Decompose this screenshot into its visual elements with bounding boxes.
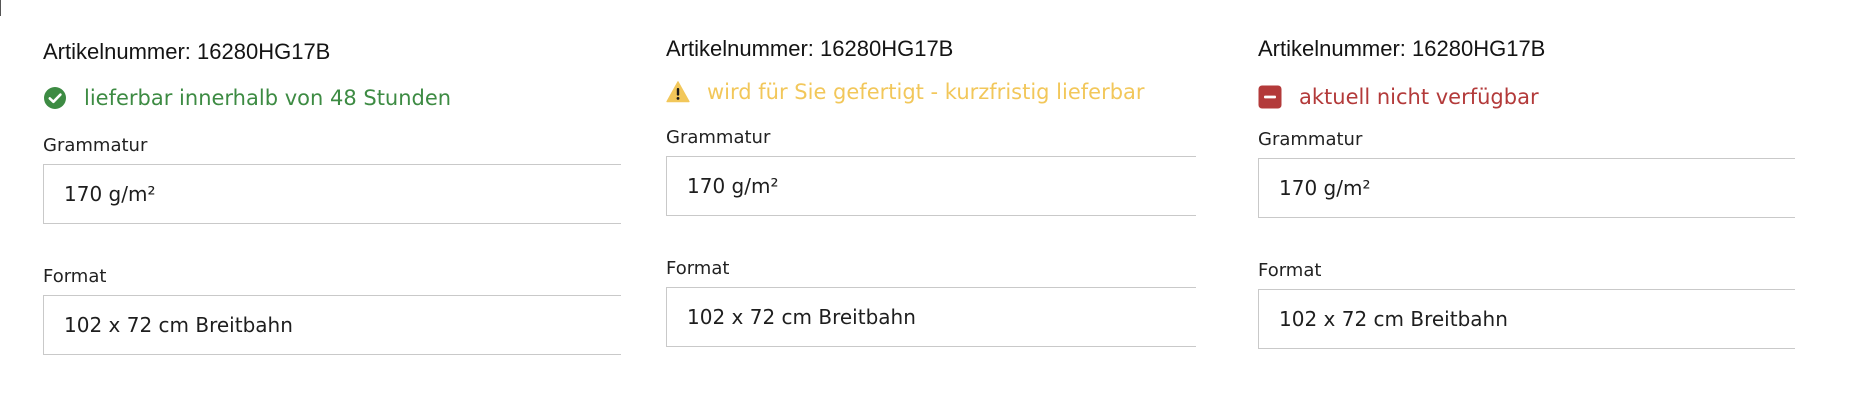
format-label: Format [1258,260,1322,281]
grammatur-select[interactable]: 170 g/m² [666,156,1196,216]
check-circle-icon [43,86,67,110]
availability-text: aktuell nicht verfügbar [1299,85,1539,109]
article-number: Artikelnummer: 16280HG17B [666,36,954,61]
cursor-mark [0,0,1,16]
grammatur-value: 170 g/m² [64,182,156,206]
product-panel-unavailable: Artikelnummer: 16280HG17B aktuell nicht … [1258,35,1795,375]
grammatur-select[interactable]: 170 g/m² [43,164,621,224]
format-value: 102 x 72 cm Breitbahn [64,313,293,337]
minus-square-icon [1258,85,1282,109]
warning-triangle-icon [666,80,690,104]
availability-text: lieferbar innerhalb von 48 Stunden [84,86,452,110]
grammatur-label: Grammatur [1258,129,1363,150]
format-select[interactable]: 102 x 72 cm Breitbahn [43,295,621,355]
grammatur-label: Grammatur [43,135,148,156]
grammatur-label: Grammatur [666,127,771,148]
format-select[interactable]: 102 x 72 cm Breitbahn [1258,289,1795,349]
availability-status: lieferbar innerhalb von 48 Stunden [43,83,621,113]
product-panel-available: Artikelnummer: 16280HG17B lieferbar inne… [43,38,621,378]
format-label: Format [666,258,730,279]
availability-status: wird für Sie gefertigt - kurzfristig lie… [666,77,1196,107]
availability-status: aktuell nicht verfügbar [1258,82,1795,112]
format-label: Format [43,266,107,287]
format-value: 102 x 72 cm Breitbahn [1279,307,1508,331]
grammatur-value: 170 g/m² [687,174,779,198]
product-panel-made-to-order: Artikelnummer: 16280HG17B wird für Sie g… [666,35,1196,375]
grammatur-select[interactable]: 170 g/m² [1258,158,1795,218]
format-select[interactable]: 102 x 72 cm Breitbahn [666,287,1196,347]
article-number: Artikelnummer: 16280HG17B [43,39,331,64]
grammatur-value: 170 g/m² [1279,176,1371,200]
article-number: Artikelnummer: 16280HG17B [1258,36,1546,61]
format-value: 102 x 72 cm Breitbahn [687,305,916,329]
availability-text: wird für Sie gefertigt - kurzfristig lie… [707,80,1145,104]
